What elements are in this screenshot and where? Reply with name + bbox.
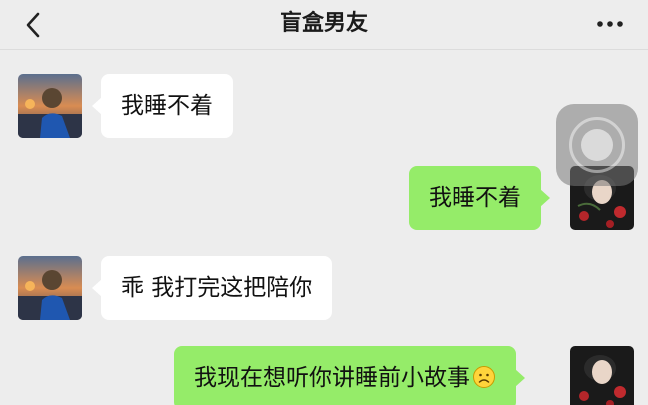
more-button[interactable]: [588, 10, 632, 38]
chat-header: 盲盒男友: [0, 0, 648, 50]
user-avatar[interactable]: [570, 346, 634, 405]
more-dots-icon: [597, 21, 623, 27]
chat-title: 盲盒男友: [279, 11, 368, 36]
message-bubble-outgoing[interactable]: 我睡不着: [409, 166, 550, 230]
friend-avatar-image: [18, 74, 82, 138]
friend-avatar-image: [18, 256, 82, 320]
message-bubble-incoming[interactable]: 乖 我打完这把陪你: [91, 256, 333, 320]
assistive-touch-button[interactable]: [556, 104, 638, 186]
message-bubble-outgoing[interactable]: 我现在想听你讲睡前小故事: [174, 346, 525, 405]
message-bubble-incoming[interactable]: 我睡不着: [92, 74, 233, 138]
chevron-left-icon: [26, 12, 40, 38]
assistive-touch-dot: [581, 129, 613, 161]
user-avatar-image: [570, 346, 634, 405]
friend-avatar[interactable]: [18, 74, 82, 138]
message-text: 我现在想听你讲睡前小故事: [194, 365, 470, 391]
back-button[interactable]: [20, 8, 48, 42]
frowning-face-icon: [473, 366, 495, 388]
friend-avatar[interactable]: [18, 256, 82, 320]
